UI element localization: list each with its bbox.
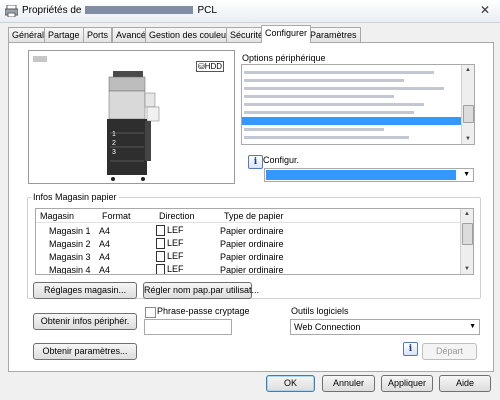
tab-configurer[interactable]: Configurer [261,25,312,43]
option-item[interactable] [244,103,424,106]
cell-format: A4 [99,251,111,262]
window-title-prefix: Propriétés de [22,5,82,16]
document-icon [156,238,165,250]
obtenir-infos-button[interactable]: Obtenir infos périphér. [33,313,137,330]
database-icon: ⛁ [198,62,205,71]
header-type-papier[interactable]: Type de papier [224,211,284,221]
reglages-magasin-button[interactable]: Réglages magasin... [33,282,137,299]
table-row[interactable]: Magasin 2 A4 LEF Papier ordinaire [49,237,284,250]
table-row[interactable]: Magasin 1 A4 LEF Papier ordinaire [49,224,284,237]
printer-icon [5,5,18,17]
redacted-printer-name [85,6,194,15]
outils-value: Web Connection [294,322,361,332]
cell-format: A4 [99,225,111,236]
annuler-button[interactable]: Annuler [322,375,375,392]
paper-tray-group-title: Infos Magasin papier [31,192,119,202]
outils-logiciels-label: Outils logiciels [291,306,349,316]
option-item[interactable] [244,128,384,131]
option-item-selected[interactable] [242,117,461,125]
option-item[interactable] [244,87,444,90]
cell-type: Papier ordinaire [220,238,284,249]
cell-type: Papier ordinaire [220,264,284,275]
tab-parametres[interactable]: Paramètres [306,27,361,42]
tab-ports[interactable]: Ports [83,27,113,42]
document-icon [156,251,165,263]
title-bar: Propriétés de PCL ✕ [0,0,500,23]
ok-button[interactable]: OK [266,375,315,392]
option-item[interactable] [244,71,434,74]
option-item[interactable] [244,111,414,114]
tab-general[interactable]: Général [8,27,49,42]
options-scrollbar[interactable]: ▲ ▼ [461,65,474,144]
cell-direction: LEF [167,263,184,274]
configur-label: Configur. [263,155,300,165]
window-title-suffix: PCL [197,5,217,16]
scroll-down-icon[interactable]: ▼ [462,134,474,144]
option-item[interactable] [244,79,404,82]
tab-gestion-couleurs[interactable]: Gestion des couleurs [145,27,238,42]
depart-button[interactable]: Départ [422,343,477,360]
table-row[interactable]: Magasin 4 A4 LEF Papier ordinaire [49,263,284,275]
cell-format: A4 [99,264,111,275]
scroll-up-icon[interactable]: ▲ [462,65,474,75]
chevron-down-icon[interactable]: ▼ [463,169,470,181]
aide-button[interactable]: Aide [439,375,491,392]
obtenir-parametres-button[interactable]: Obtenir paramètres... [33,343,137,360]
cell-direction: LEF [167,250,184,261]
info-icon[interactable]: i [403,342,418,356]
scroll-thumb[interactable] [462,223,473,245]
cell-direction: LEF [167,237,184,248]
scroll-up-icon[interactable]: ▲ [461,209,473,219]
phrase-passe-input[interactable] [144,319,232,335]
configur-select[interactable]: ▼ [264,168,474,182]
info-icon[interactable]: i [248,155,263,169]
scroll-thumb[interactable] [463,105,474,123]
configur-value-redacted [266,170,456,180]
header-direction[interactable]: Direction [159,211,195,221]
document-icon [156,225,165,237]
appliquer-button[interactable]: Appliquer [381,375,433,392]
phrase-passe-label: Phrase-passe cryptage [157,306,250,316]
window-title: Propriétés de PCL [22,5,217,16]
tab-partage[interactable]: Partage [44,27,84,42]
cell-magasin: Magasin 3 [49,251,91,262]
options-peripherique-label: Options périphérique [242,53,326,63]
table-header-row: Magasin Format Direction Type de papier [36,209,460,223]
options-list[interactable]: ▲ ▼ [241,64,475,145]
cell-format: A4 [99,238,111,249]
cell-magasin: Magasin 2 [49,238,91,249]
scroll-down-icon[interactable]: ▼ [461,264,473,274]
paper-tray-table[interactable]: Magasin Format Direction Type de papier … [35,208,474,275]
paper-table-scrollbar[interactable]: ▲ ▼ [460,209,473,274]
option-item[interactable] [244,136,409,139]
close-icon[interactable]: ✕ [476,2,494,18]
chevron-down-icon[interactable]: ▼ [469,320,476,334]
paper-rows: Magasin 1 A4 LEF Papier ordinaire Magasi… [49,224,284,275]
table-row[interactable]: Magasin 3 A4 LEF Papier ordinaire [49,250,284,263]
regler-nom-papier-button[interactable]: Régler nom pap.par utilisat... [143,282,259,299]
phrase-passe-checkbox[interactable] [145,307,156,318]
tray-number-1: 1 [112,131,116,138]
tray-number-3: 3 [112,149,116,156]
hdd-label: HDD [204,62,223,71]
cell-type: Papier ordinaire [220,251,284,262]
cell-type: Papier ordinaire [220,225,284,236]
tray-number-2: 2 [112,140,116,147]
cell-magasin: Magasin 4 [49,264,91,275]
hdd-badge: ⛁HDD [196,61,225,72]
header-magasin[interactable]: Magasin [40,211,74,221]
cell-direction: LEF [167,224,184,235]
outils-logiciels-select[interactable]: Web Connection ▼ [290,319,480,335]
option-item[interactable] [244,95,394,98]
document-icon [156,264,165,274]
preview-label-redacted [33,56,47,62]
header-format[interactable]: Format [102,211,131,221]
printer-image [107,71,160,181]
cell-magasin: Magasin 1 [49,225,91,236]
